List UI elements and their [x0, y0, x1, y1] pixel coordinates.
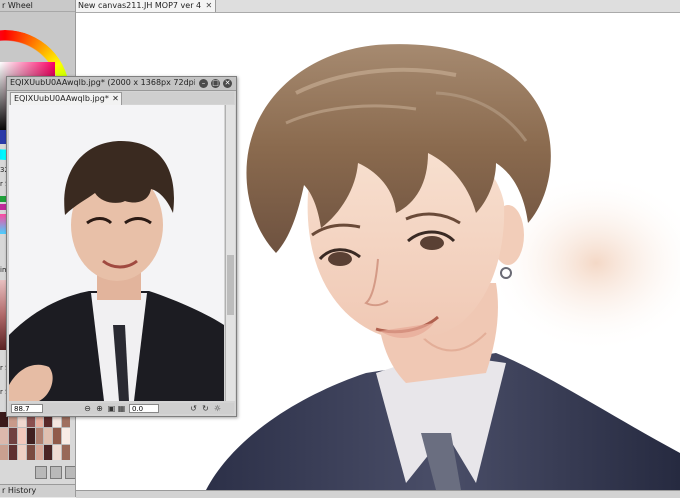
- sub-view-tab[interactable]: EQIXUubU0AAwqlb.jpg* ✕: [10, 92, 122, 105]
- sub-view-tab-label: EQIXUubU0AAwqlb.jpg*: [14, 94, 109, 103]
- palette-swatch[interactable]: [35, 444, 44, 460]
- palette-swatch[interactable]: [44, 444, 53, 460]
- color-wheel-title: r Wheel: [2, 1, 33, 10]
- palette-swatch[interactable]: [62, 428, 70, 444]
- palette-swatch[interactable]: [0, 444, 8, 460]
- palette-swatch[interactable]: [62, 444, 70, 460]
- maximize-icon[interactable]: □: [211, 79, 220, 88]
- actual-size-icon[interactable]: ▦: [117, 404, 126, 413]
- vertical-scrollbar[interactable]: [225, 105, 235, 401]
- reference-image: [9, 105, 224, 401]
- add-color-icon[interactable]: [35, 466, 47, 479]
- palette-swatch[interactable]: [17, 444, 26, 460]
- palette-swatch[interactable]: [44, 428, 53, 444]
- reference-photo[interactable]: [9, 105, 224, 401]
- sub-view-toolbar: 88.7 ⊖ ⊕ ▣ ▦ 0.0 ↺ ↻ ☼: [9, 403, 234, 414]
- close-icon[interactable]: ✕: [205, 0, 212, 12]
- rotate-left-icon[interactable]: ↺: [189, 404, 198, 413]
- palette-swatch[interactable]: [8, 444, 17, 460]
- history-title: r History: [2, 486, 37, 495]
- minimize-icon[interactable]: –: [199, 79, 208, 88]
- canvas-tab-bar: New canvas211.JH MOP7 ver 4 ✕: [76, 0, 680, 13]
- palette-tools: [35, 466, 75, 479]
- close-icon[interactable]: ✕: [223, 79, 232, 88]
- fit-icon[interactable]: ▣: [107, 404, 116, 413]
- palette-swatch[interactable]: [35, 428, 44, 444]
- palette-swatch[interactable]: [53, 428, 62, 444]
- background-glow: [486, 173, 680, 353]
- sub-view-title: EQIXUubU0AAwqlb.jpg* (2000 x 1368px 72dp…: [10, 78, 195, 87]
- palette-swatch[interactable]: [8, 428, 17, 444]
- sub-view-title-bar[interactable]: EQIXUubU0AAwqlb.jpg* (2000 x 1368px 72dp…: [7, 77, 236, 91]
- scrollbar-thumb[interactable]: [227, 255, 234, 315]
- rotation-input[interactable]: 0.0: [129, 404, 159, 413]
- canvas-tab[interactable]: New canvas211.JH MOP7 ver 4 ✕: [76, 0, 217, 12]
- eyedropper-icon[interactable]: [50, 466, 62, 479]
- palette-swatch[interactable]: [0, 428, 8, 444]
- reset-rotation-icon[interactable]: ☼: [213, 404, 222, 413]
- rotate-right-icon[interactable]: ↻: [201, 404, 210, 413]
- trash-icon[interactable]: [65, 466, 75, 479]
- zoom-in-icon[interactable]: ⊕: [95, 404, 104, 413]
- canvas-tab-label: New canvas211.JH MOP7 ver 4: [78, 1, 202, 10]
- palette-swatch[interactable]: [26, 428, 35, 444]
- palette-swatch[interactable]: [53, 444, 62, 460]
- color-palette-grid[interactable]: [0, 412, 70, 460]
- palette-swatch[interactable]: [26, 444, 35, 460]
- color-wheel-header[interactable]: r Wheel: [0, 0, 75, 12]
- sub-view-window[interactable]: EQIXUubU0AAwqlb.jpg* (2000 x 1368px 72dp…: [6, 76, 237, 417]
- history-header[interactable]: r History: [0, 484, 75, 497]
- close-tab-icon[interactable]: ✕: [112, 93, 119, 105]
- zoom-out-icon[interactable]: ⊖: [83, 404, 92, 413]
- zoom-input[interactable]: 88.7: [11, 404, 43, 413]
- palette-swatch[interactable]: [17, 428, 26, 444]
- sub-view-tab-bar: EQIXUubU0AAwqlb.jpg* ✕: [9, 92, 234, 105]
